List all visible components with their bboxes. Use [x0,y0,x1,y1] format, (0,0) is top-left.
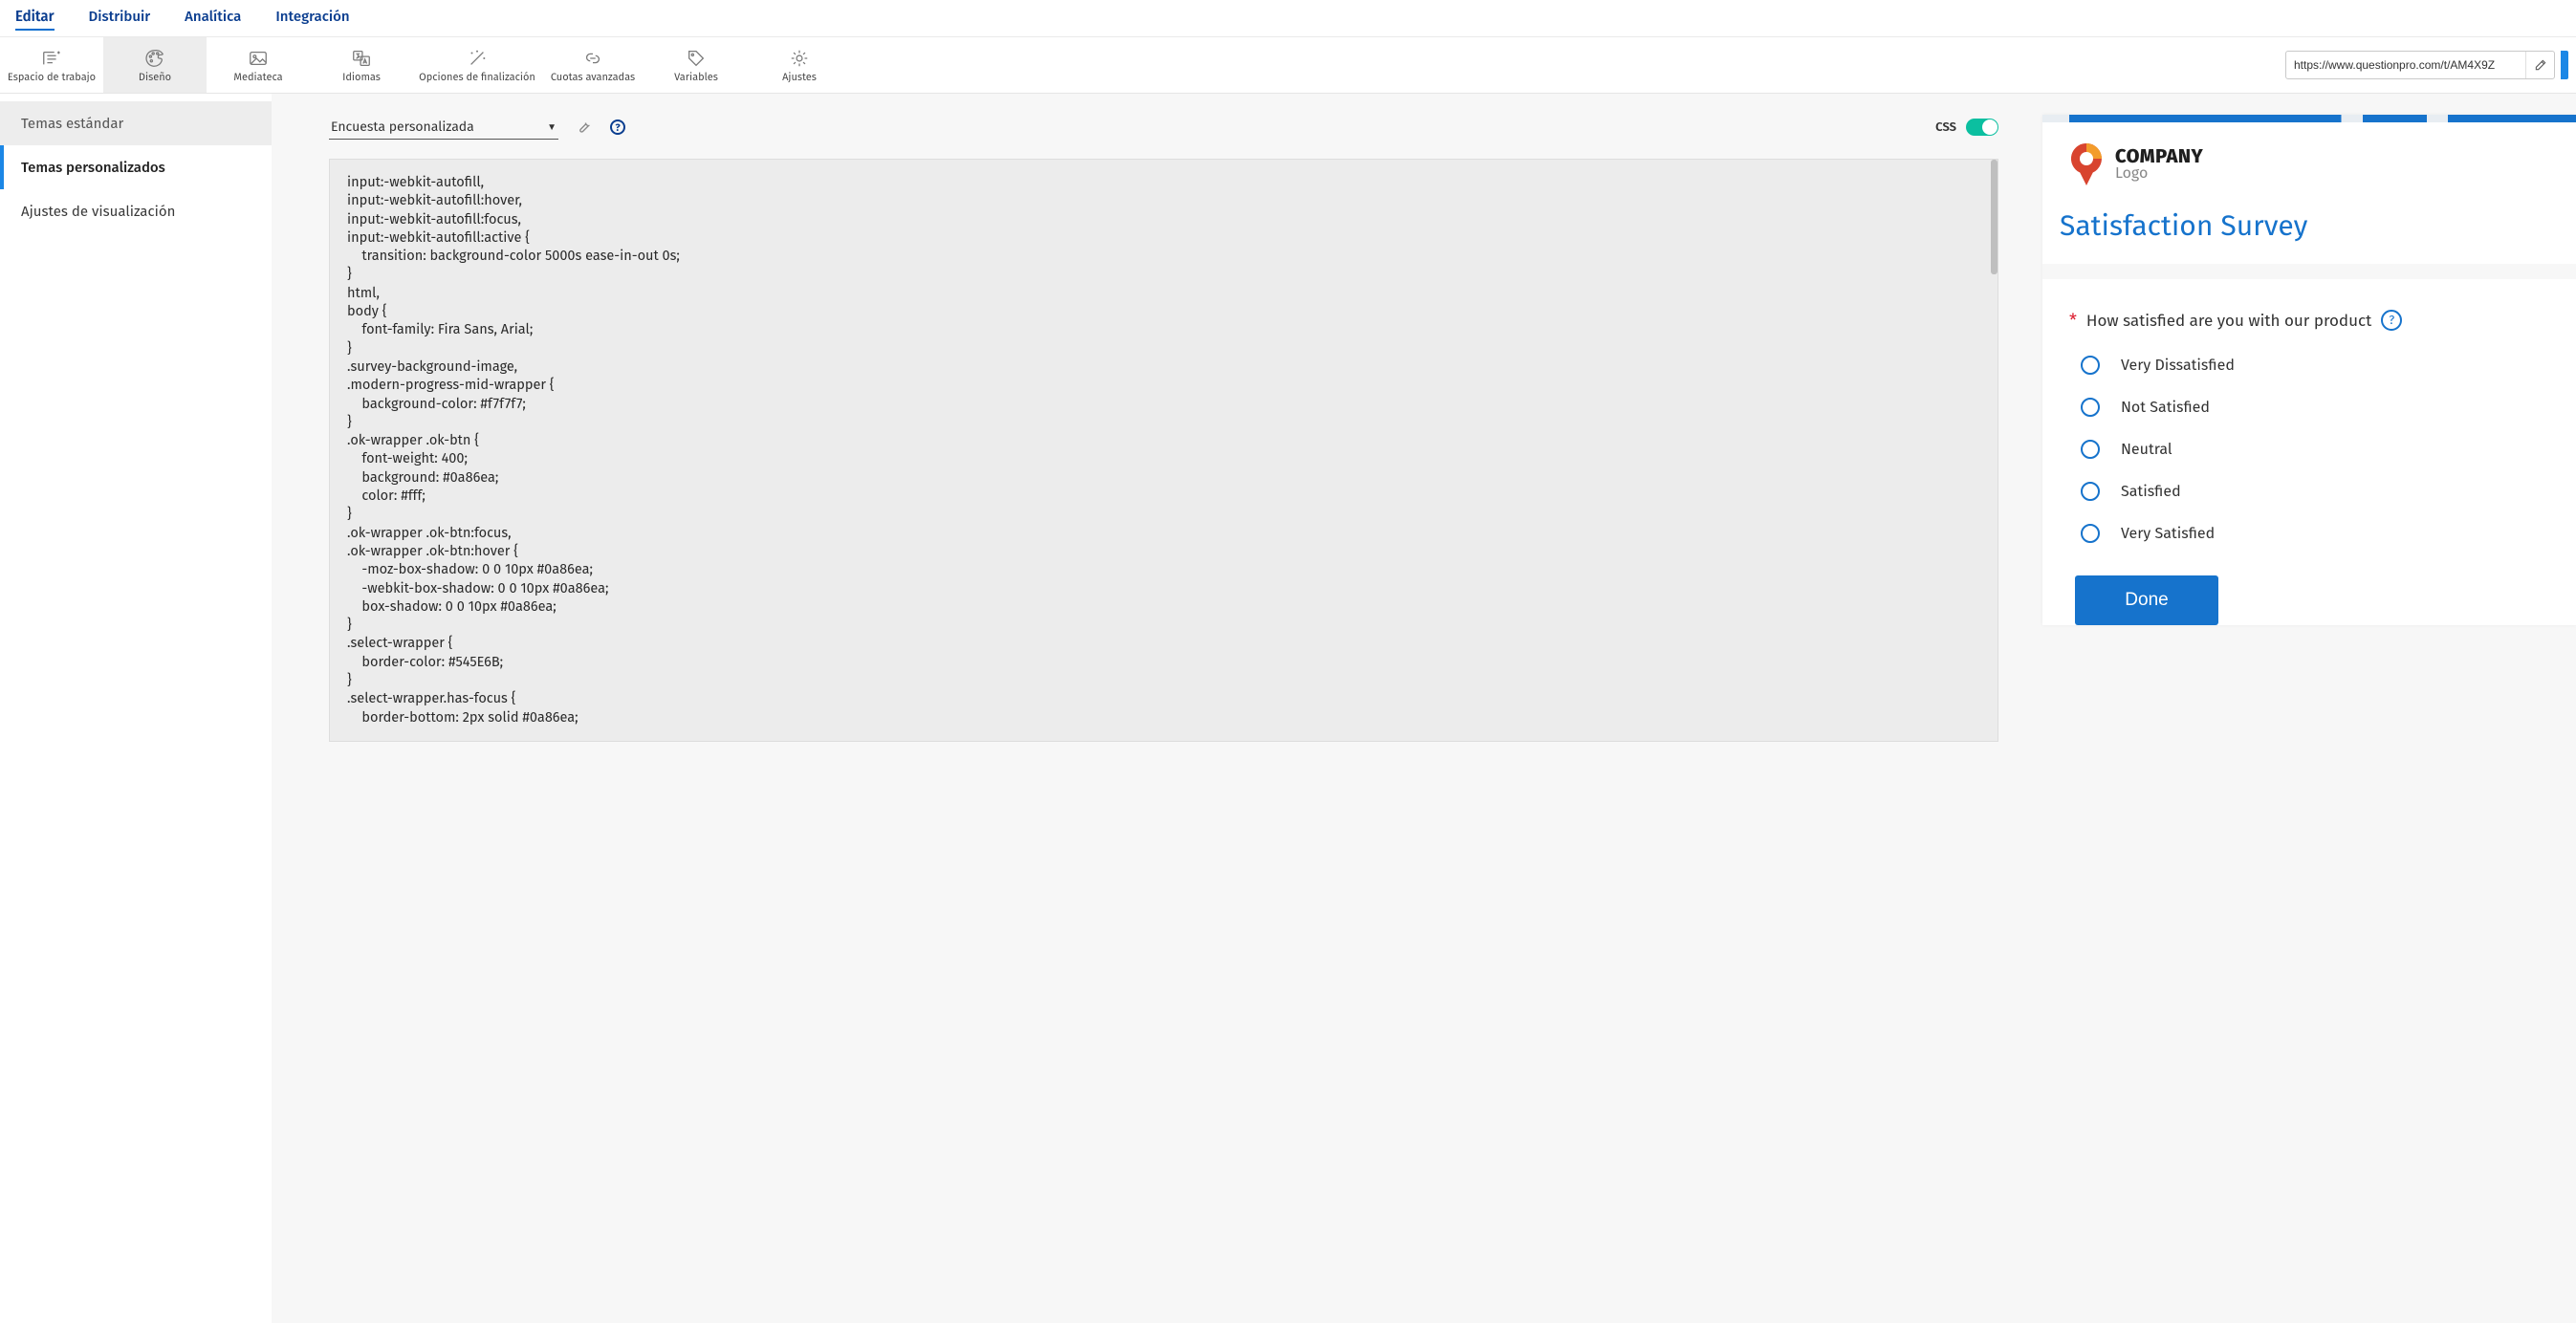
link-icon [581,48,604,69]
survey-preview: COMPANY Logo Satisfaction Survey * How s… [2042,115,2576,625]
survey-url-input[interactable] [2286,58,2525,72]
wand-icon [466,48,489,69]
tool-workspace-label: Espacio de trabajo [8,71,96,83]
question-block: * How satisfied are you with our product… [2069,279,2576,625]
option-label: Satisfied [2121,483,2181,501]
top-nav: Editar Distribuir Analítica Integración [0,0,2576,37]
tool-workspace[interactable]: Espacio de trabajo [0,37,103,93]
option-very-satisfied[interactable]: Very Satisfied [2081,524,2561,543]
css-toggle[interactable] [1966,119,1998,136]
tool-media[interactable]: Mediateca [207,37,310,93]
tool-variables[interactable]: Variables [644,37,748,93]
translate-icon [350,48,373,69]
preview-column: COMPANY Logo Satisfaction Survey * How s… [2025,94,2576,1323]
tab-integracion[interactable]: Integración [275,8,349,31]
palette-icon [143,48,166,69]
option-very-dissatisfied[interactable]: Very Dissatisfied [2081,356,2561,375]
wrench-icon [576,119,593,136]
option-label: Neutral [2121,441,2172,459]
survey-title: Satisfaction Survey [2042,191,2576,264]
option-satisfied[interactable]: Satisfied [2081,482,2561,501]
survey-url-container [2285,51,2576,79]
theme-select[interactable]: Encuesta personalizada ▼ [329,115,558,140]
tab-analitica[interactable]: Analítica [185,8,241,31]
radio-icon [2081,482,2100,501]
option-not-satisfied[interactable]: Not Satisfied [2081,398,2561,417]
company-logo-icon [2067,140,2106,187]
editor-header: Encuesta personalizada ▼ ? CSS [329,115,1998,140]
chevron-down-icon: ▼ [547,121,557,133]
main-area: Temas estándar Temas personalizados Ajus… [0,94,2576,1323]
tool-finish-options-label: Opciones de finalización [419,71,535,83]
answer-options: Very Dissatisfied Not Satisfied Neutral … [2069,331,2561,543]
tab-distribuir[interactable]: Distribuir [89,8,151,31]
tool-quotas[interactable]: Cuotas avanzadas [541,37,644,93]
tool-design[interactable]: Diseño [103,37,207,93]
question-help-button[interactable]: ? [2381,310,2402,331]
required-indicator: * [2069,310,2077,331]
pencil-icon [2534,58,2547,72]
survey-url-box [2285,51,2555,79]
tool-design-label: Diseño [139,71,171,83]
tool-settings[interactable]: Ajustes [748,37,851,93]
image-icon [247,48,270,69]
done-button[interactable]: Done [2075,575,2218,625]
theme-settings-button[interactable] [576,119,593,136]
tool-quotas-label: Cuotas avanzadas [551,71,635,83]
css-code-content: input:-webkit-autofill, input:-webkit-au… [330,160,1997,740]
option-label: Not Satisfied [2121,399,2210,417]
gear-icon [788,48,811,69]
tag-icon [685,48,708,69]
design-sidebar: Temas estándar Temas personalizados Ajus… [0,94,272,1323]
tool-finish-options[interactable]: Opciones de finalización [413,37,541,93]
help-button[interactable]: ? [610,119,625,135]
tool-languages-label: Idiomas [342,71,381,83]
editor-column: Encuesta personalizada ▼ ? CSS input:-we… [272,94,2025,1323]
radio-icon [2081,398,2100,417]
tab-editar[interactable]: Editar [15,8,55,31]
option-neutral[interactable]: Neutral [2081,440,2561,459]
tool-languages[interactable]: Idiomas [310,37,413,93]
option-label: Very Dissatisfied [2121,357,2235,375]
radio-icon [2081,356,2100,375]
done-button-wrap: Done [2069,543,2561,625]
copy-url-button[interactable] [2561,51,2568,79]
company-logo-row: COMPANY Logo [2042,122,2576,191]
tool-variables-label: Variables [674,71,718,83]
question-text: How satisfied are you with our product [2086,311,2371,331]
css-toggle-label: CSS [1935,120,1956,135]
question-row: * How satisfied are you with our product… [2069,310,2561,331]
option-label: Very Satisfied [2121,525,2215,543]
tool-media-label: Mediateca [233,71,282,83]
sidebar-item-display-settings[interactable]: Ajustes de visualización [0,189,272,233]
sidebar-item-standard-themes[interactable]: Temas estándar [0,101,272,145]
edit-url-button[interactable] [2525,52,2554,78]
tool-settings-label: Ajustes [782,71,817,83]
css-editor[interactable]: input:-webkit-autofill, input:-webkit-au… [329,159,1998,742]
preview-header-stripe [2042,115,2576,122]
radio-icon [2081,524,2100,543]
css-toggle-group: CSS [1935,119,1998,136]
radio-icon [2081,440,2100,459]
company-logo-text: COMPANY Logo [2115,145,2203,183]
toolbar: Espacio de trabajo Diseño Mediateca Idio… [0,37,2576,94]
sidebar-item-custom-themes[interactable]: Temas personalizados [0,145,272,189]
workspace-icon [40,48,63,69]
theme-select-label: Encuesta personalizada [331,119,474,135]
